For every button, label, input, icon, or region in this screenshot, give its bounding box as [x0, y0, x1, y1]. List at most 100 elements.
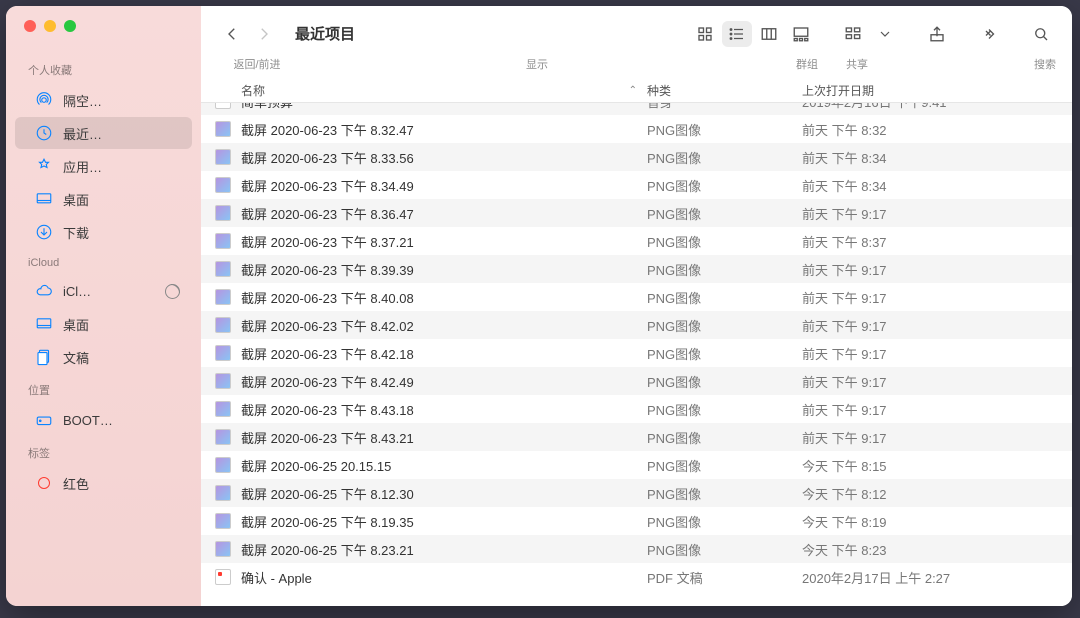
file-row[interactable]: 截屏 2020-06-23 下午 8.42.18PNG图像前天 下午 9:17 — [201, 339, 1072, 367]
sidebar-item-label: 文稿 — [63, 348, 180, 367]
column-headers: 名称⌃ 种类 上次打开日期 — [201, 78, 1072, 103]
file-row[interactable]: 截屏 2020-06-23 下午 8.39.39PNG图像前天 下午 9:17 — [201, 255, 1072, 283]
file-date: 前天 下午 8:32 — [802, 120, 1072, 139]
file-kind: PNG图像 — [647, 400, 802, 419]
sidebar-item-icloud-1[interactable]: 桌面 — [15, 308, 192, 340]
file-name: 截屏 2020-06-23 下午 8.36.47 — [241, 204, 647, 223]
column-name[interactable]: 名称⌃ — [241, 82, 647, 99]
file-row[interactable]: 截屏 2020-06-25 下午 8.19.35PNG图像今天 下午 8:19 — [201, 507, 1072, 535]
file-list[interactable]: 简单预算替身2019年2月16日 下午9:41截屏 2020-06-23 下午 … — [201, 103, 1072, 606]
sidebar-item-label: 红色 — [63, 474, 180, 493]
sidebar-item-icloud-2[interactable]: 文稿 — [15, 341, 192, 373]
file-row[interactable]: 截屏 2020-06-23 下午 8.36.47PNG图像前天 下午 9:17 — [201, 199, 1072, 227]
share-button[interactable] — [922, 21, 952, 47]
file-row[interactable]: 简单预算替身2019年2月16日 下午9:41 — [201, 103, 1072, 115]
more-button[interactable] — [974, 21, 1004, 47]
file-kind: PNG图像 — [647, 260, 802, 279]
group-button[interactable] — [838, 21, 868, 47]
file-thumb-png-icon — [215, 289, 231, 305]
view-switcher — [690, 21, 816, 47]
file-name: 截屏 2020-06-23 下午 8.34.49 — [241, 176, 647, 195]
column-view-button[interactable] — [754, 21, 784, 47]
file-thumb-png-icon — [215, 541, 231, 557]
file-row[interactable]: 确认 - ApplePDF 文稿2020年2月17日 上午 2:27 — [201, 563, 1072, 591]
file-name: 截屏 2020-06-25 下午 8.23.21 — [241, 540, 647, 559]
file-date: 2020年2月17日 上午 2:27 — [802, 568, 1072, 587]
sort-caret-icon: ⌃ — [629, 85, 647, 96]
sync-progress-icon — [165, 284, 180, 299]
file-kind: PNG图像 — [647, 232, 802, 251]
file-date: 今天 下午 8:19 — [802, 512, 1072, 531]
file-name: 截屏 2020-06-23 下午 8.37.21 — [241, 232, 647, 251]
file-thumb-png-icon — [215, 177, 231, 193]
file-row[interactable]: 截屏 2020-06-23 下午 8.33.56PNG图像前天 下午 8:34 — [201, 143, 1072, 171]
list-view-button[interactable] — [722, 21, 752, 47]
search-sublabel: 搜索 — [926, 56, 1056, 78]
download-icon — [35, 223, 53, 241]
back-button[interactable] — [217, 21, 247, 47]
file-date: 前天 下午 9:17 — [802, 260, 1072, 279]
file-name: 截屏 2020-06-23 下午 8.39.39 — [241, 260, 647, 279]
sidebar-item-favorites-0[interactable]: 隔空… — [15, 84, 192, 116]
sidebar-item-favorites-3[interactable]: 桌面 — [15, 183, 192, 215]
file-row[interactable]: 截屏 2020-06-23 下午 8.42.49PNG图像前天 下午 9:17 — [201, 367, 1072, 395]
desktop-icon — [35, 190, 53, 208]
file-row[interactable]: 截屏 2020-06-25 下午 8.12.30PNG图像今天 下午 8:12 — [201, 479, 1072, 507]
file-row[interactable]: 截屏 2020-06-23 下午 8.43.18PNG图像前天 下午 9:17 — [201, 395, 1072, 423]
file-name: 截屏 2020-06-23 下午 8.32.47 — [241, 120, 647, 139]
sidebar-item-tags-0[interactable]: 红色 — [15, 467, 192, 499]
file-date: 前天 下午 8:37 — [802, 232, 1072, 251]
sidebar-item-favorites-2[interactable]: 应用… — [15, 150, 192, 182]
sidebar-item-label: 桌面 — [63, 190, 180, 209]
file-date: 前天 下午 9:17 — [802, 344, 1072, 363]
file-name: 确认 - Apple — [241, 568, 647, 587]
bottom-fade — [201, 592, 1072, 606]
sidebar-item-label: iCl… — [63, 284, 155, 299]
file-date: 前天 下午 9:17 — [802, 204, 1072, 223]
file-date: 2019年2月16日 下午9:41 — [802, 103, 1072, 111]
file-thumb-pdf-icon — [215, 569, 231, 585]
column-date-opened[interactable]: 上次打开日期 — [802, 82, 1072, 99]
sidebar-item-locations-0[interactable]: BOOT… — [15, 404, 192, 436]
sidebar-item-favorites-4[interactable]: 下载 — [15, 216, 192, 248]
file-row[interactable]: 截屏 2020-06-23 下午 8.42.02PNG图像前天 下午 9:17 — [201, 311, 1072, 339]
file-name: 截屏 2020-06-23 下午 8.42.18 — [241, 344, 647, 363]
group-sublabel: 群组 — [796, 56, 846, 78]
file-row[interactable]: 截屏 2020-06-23 下午 8.32.47PNG图像前天 下午 8:32 — [201, 115, 1072, 143]
file-kind: 替身 — [647, 103, 802, 111]
file-row[interactable]: 截屏 2020-06-23 下午 8.43.21PNG图像前天 下午 9:17 — [201, 423, 1072, 451]
gallery-view-button[interactable] — [786, 21, 816, 47]
sidebar-item-label: 桌面 — [63, 315, 180, 334]
file-name: 截屏 2020-06-23 下午 8.43.18 — [241, 400, 647, 419]
sidebar: 个人收藏 隔空…最近…应用…桌面下载 iCloud iCl…桌面文稿 位置 BO… — [6, 6, 201, 606]
sidebar-item-label: BOOT… — [63, 413, 180, 428]
window-title: 最近项目 — [295, 23, 355, 44]
file-kind: PNG图像 — [647, 120, 802, 139]
file-row[interactable]: 截屏 2020-06-23 下午 8.40.08PNG图像前天 下午 9:17 — [201, 283, 1072, 311]
file-kind: PNG图像 — [647, 176, 802, 195]
search-button[interactable] — [1026, 21, 1056, 47]
file-thumb-alias-icon — [215, 103, 231, 109]
close-button[interactable] — [24, 20, 36, 32]
nav-sublabel: 返回/前进 — [217, 56, 297, 78]
column-kind[interactable]: 种类 — [647, 82, 802, 99]
forward-button[interactable] — [249, 21, 279, 47]
file-thumb-png-icon — [215, 233, 231, 249]
file-row[interactable]: 截屏 2020-06-25 20.15.15PNG图像今天 下午 8:15 — [201, 451, 1072, 479]
group-chevron-icon[interactable] — [870, 21, 900, 47]
sidebar-item-label: 隔空… — [63, 91, 180, 110]
icon-view-button[interactable] — [690, 21, 720, 47]
icloud-header: iCloud — [6, 257, 201, 274]
file-row[interactable]: 截屏 2020-06-23 下午 8.37.21PNG图像前天 下午 8:37 — [201, 227, 1072, 255]
sidebar-item-icloud-0[interactable]: iCl… — [15, 275, 192, 307]
zoom-button[interactable] — [64, 20, 76, 32]
minimize-button[interactable] — [44, 20, 56, 32]
file-date: 前天 下午 8:34 — [802, 148, 1072, 167]
desktop-icon — [35, 315, 53, 333]
sidebar-item-favorites-1[interactable]: 最近… — [15, 117, 192, 149]
file-thumb-png-icon — [215, 485, 231, 501]
file-row[interactable]: 截屏 2020-06-23 下午 8.34.49PNG图像前天 下午 8:34 — [201, 171, 1072, 199]
view-sublabel: 显示 — [526, 59, 548, 71]
file-name: 截屏 2020-06-23 下午 8.42.02 — [241, 316, 647, 335]
file-row[interactable]: 截屏 2020-06-25 下午 8.23.21PNG图像今天 下午 8:23 — [201, 535, 1072, 563]
